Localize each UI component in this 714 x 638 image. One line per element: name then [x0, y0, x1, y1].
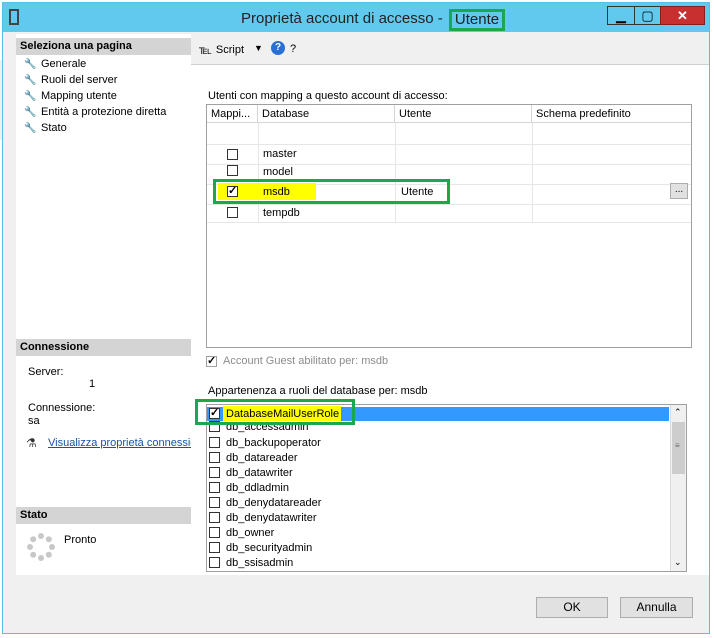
map-checkbox[interactable]	[227, 149, 238, 160]
sidebar-item-label: Mapping utente	[41, 90, 117, 102]
sidebar-item-ruoli-server[interactable]: 🔧 Ruoli del server	[24, 72, 117, 88]
list-item[interactable]: db_owner	[209, 525, 274, 540]
server-label: Server:	[28, 366, 64, 378]
window-title-user: Utente	[449, 9, 505, 31]
select-page-header: Seleziona una pagina	[16, 38, 191, 55]
list-item[interactable]: db_securityadmin	[209, 540, 312, 555]
map-checkbox[interactable]	[227, 165, 238, 176]
guest-checkbox-row[interactable]: Account Guest abilitato per: msdb	[206, 354, 389, 367]
connection-header: Connessione	[16, 339, 191, 356]
progress-spinner-icon	[26, 532, 56, 562]
table-row[interactable]: tempdb	[207, 205, 691, 222]
close-button[interactable]: ✕	[660, 6, 705, 25]
mapping-label: Utenti con mapping a questo account di a…	[208, 90, 448, 102]
table-row[interactable]: master	[207, 145, 691, 164]
ok-button[interactable]: OK	[536, 597, 608, 618]
script-dropdown-icon[interactable]: ▼	[254, 43, 263, 53]
script-button[interactable]: ℡ Script	[199, 43, 244, 57]
dialog-window: Proprietà account di accesso - Utente ▁ …	[2, 2, 710, 634]
database-cell: model	[263, 166, 293, 178]
guest-checkbox[interactable]	[206, 354, 217, 367]
column-header-database[interactable]: Database	[258, 105, 395, 123]
list-item[interactable]: db_denydatawriter	[209, 510, 317, 525]
role-highlight-box	[195, 399, 355, 425]
sidebar-item-label: Ruoli del server	[41, 74, 118, 86]
window-title: Proprietà account di accesso -	[241, 10, 443, 27]
minimize-icon: ▁	[616, 7, 626, 23]
maximize-icon: ▢	[641, 7, 654, 23]
sidebar-item-label: Entità a protezione diretta	[41, 106, 167, 118]
wrench-icon: 🔧	[24, 106, 37, 118]
wrench-icon: 🔧	[24, 58, 37, 70]
list-item[interactable]: db_ddladmin	[209, 480, 289, 495]
roles-scrollbar[interactable]: ⌃ ≡ ⌄	[670, 405, 686, 571]
view-connection-properties-link[interactable]: Visualizza proprietà connessione	[48, 437, 191, 449]
roles-label: Appartenenza a ruoli del database per: m…	[208, 385, 428, 397]
minimize-button[interactable]: ▁	[607, 6, 635, 25]
help-label[interactable]: ?	[290, 43, 296, 55]
roles-list[interactable]: DatabaseMailUserRole db_accessadmin db_b…	[206, 404, 687, 572]
status-value: Pronto	[64, 534, 97, 546]
maximize-button[interactable]: ▢	[634, 6, 661, 25]
database-cell: msdb	[263, 186, 290, 198]
sidebar-item-entita[interactable]: 🔧 Entità a protezione diretta	[24, 104, 166, 120]
close-icon: ✕	[677, 7, 688, 23]
grip-icon: ≡	[675, 441, 680, 450]
column-header-schema[interactable]: Schema predefinito	[532, 105, 691, 123]
database-cell: tempdb	[263, 207, 300, 219]
sidebar-item-label: Stato	[41, 122, 67, 134]
help-icon[interactable]: ?	[271, 41, 285, 55]
guest-label: Account Guest abilitato per: msdb	[223, 355, 389, 367]
background-edge	[0, 60, 2, 140]
map-checkbox[interactable]	[227, 207, 238, 218]
list-item[interactable]: db_ssisadmin	[209, 555, 293, 570]
list-item[interactable]: db_denydatareader	[209, 495, 321, 510]
script-label: Script	[215, 44, 245, 56]
connection-icon: ⚗	[26, 436, 37, 450]
wrench-icon: 🔧	[24, 122, 37, 134]
script-icon: ℡	[199, 43, 212, 57]
mapping-grid: Mappi... Database Utente Schema predefin…	[206, 104, 692, 348]
sidebar-item-generale[interactable]: 🔧 Generale	[24, 56, 86, 72]
sidebar-item-stato[interactable]: 🔧 Stato	[24, 120, 67, 136]
column-header-map[interactable]: Mappi...	[207, 105, 258, 123]
main-content: Utenti con mapping a questo account di a…	[191, 64, 709, 576]
toolbar: ℡ Script ▼ ? ?	[191, 34, 709, 64]
sidebar-item-mapping-utente[interactable]: 🔧 Mapping utente	[24, 88, 117, 104]
status-header: Stato	[16, 507, 191, 524]
button-bar: OK Annulla	[3, 575, 709, 633]
database-cell: master	[263, 148, 297, 160]
table-row-selected[interactable]: msdb Utente ...	[207, 183, 691, 202]
sidebar-item-label: Generale	[41, 58, 87, 70]
left-panel: Seleziona una pagina 🔧 Generale 🔧 Ruoli …	[16, 34, 192, 575]
scroll-down-icon[interactable]: ⌄	[674, 557, 682, 568]
app-icon	[9, 9, 19, 25]
scroll-up-icon[interactable]: ⌃	[674, 407, 682, 418]
schema-browse-button[interactable]: ...	[670, 183, 688, 199]
connection-value: sa	[28, 415, 40, 427]
title-bar[interactable]: Proprietà account di accesso - Utente ▁ …	[3, 3, 709, 32]
list-item[interactable]: db_backupoperator	[209, 435, 321, 450]
connection-label: Connessione:	[28, 402, 96, 414]
wrench-icon: 🔧	[24, 74, 37, 86]
user-cell: Utente	[401, 186, 434, 198]
map-checkbox[interactable]	[227, 184, 238, 197]
list-item[interactable]: db_datawriter	[209, 465, 293, 480]
list-item[interactable]: db_datareader	[209, 450, 298, 465]
wrench-icon: 🔧	[24, 90, 37, 102]
cancel-button[interactable]: Annulla	[620, 597, 693, 618]
column-header-user[interactable]: Utente	[395, 105, 532, 123]
server-value: 1	[89, 378, 96, 390]
